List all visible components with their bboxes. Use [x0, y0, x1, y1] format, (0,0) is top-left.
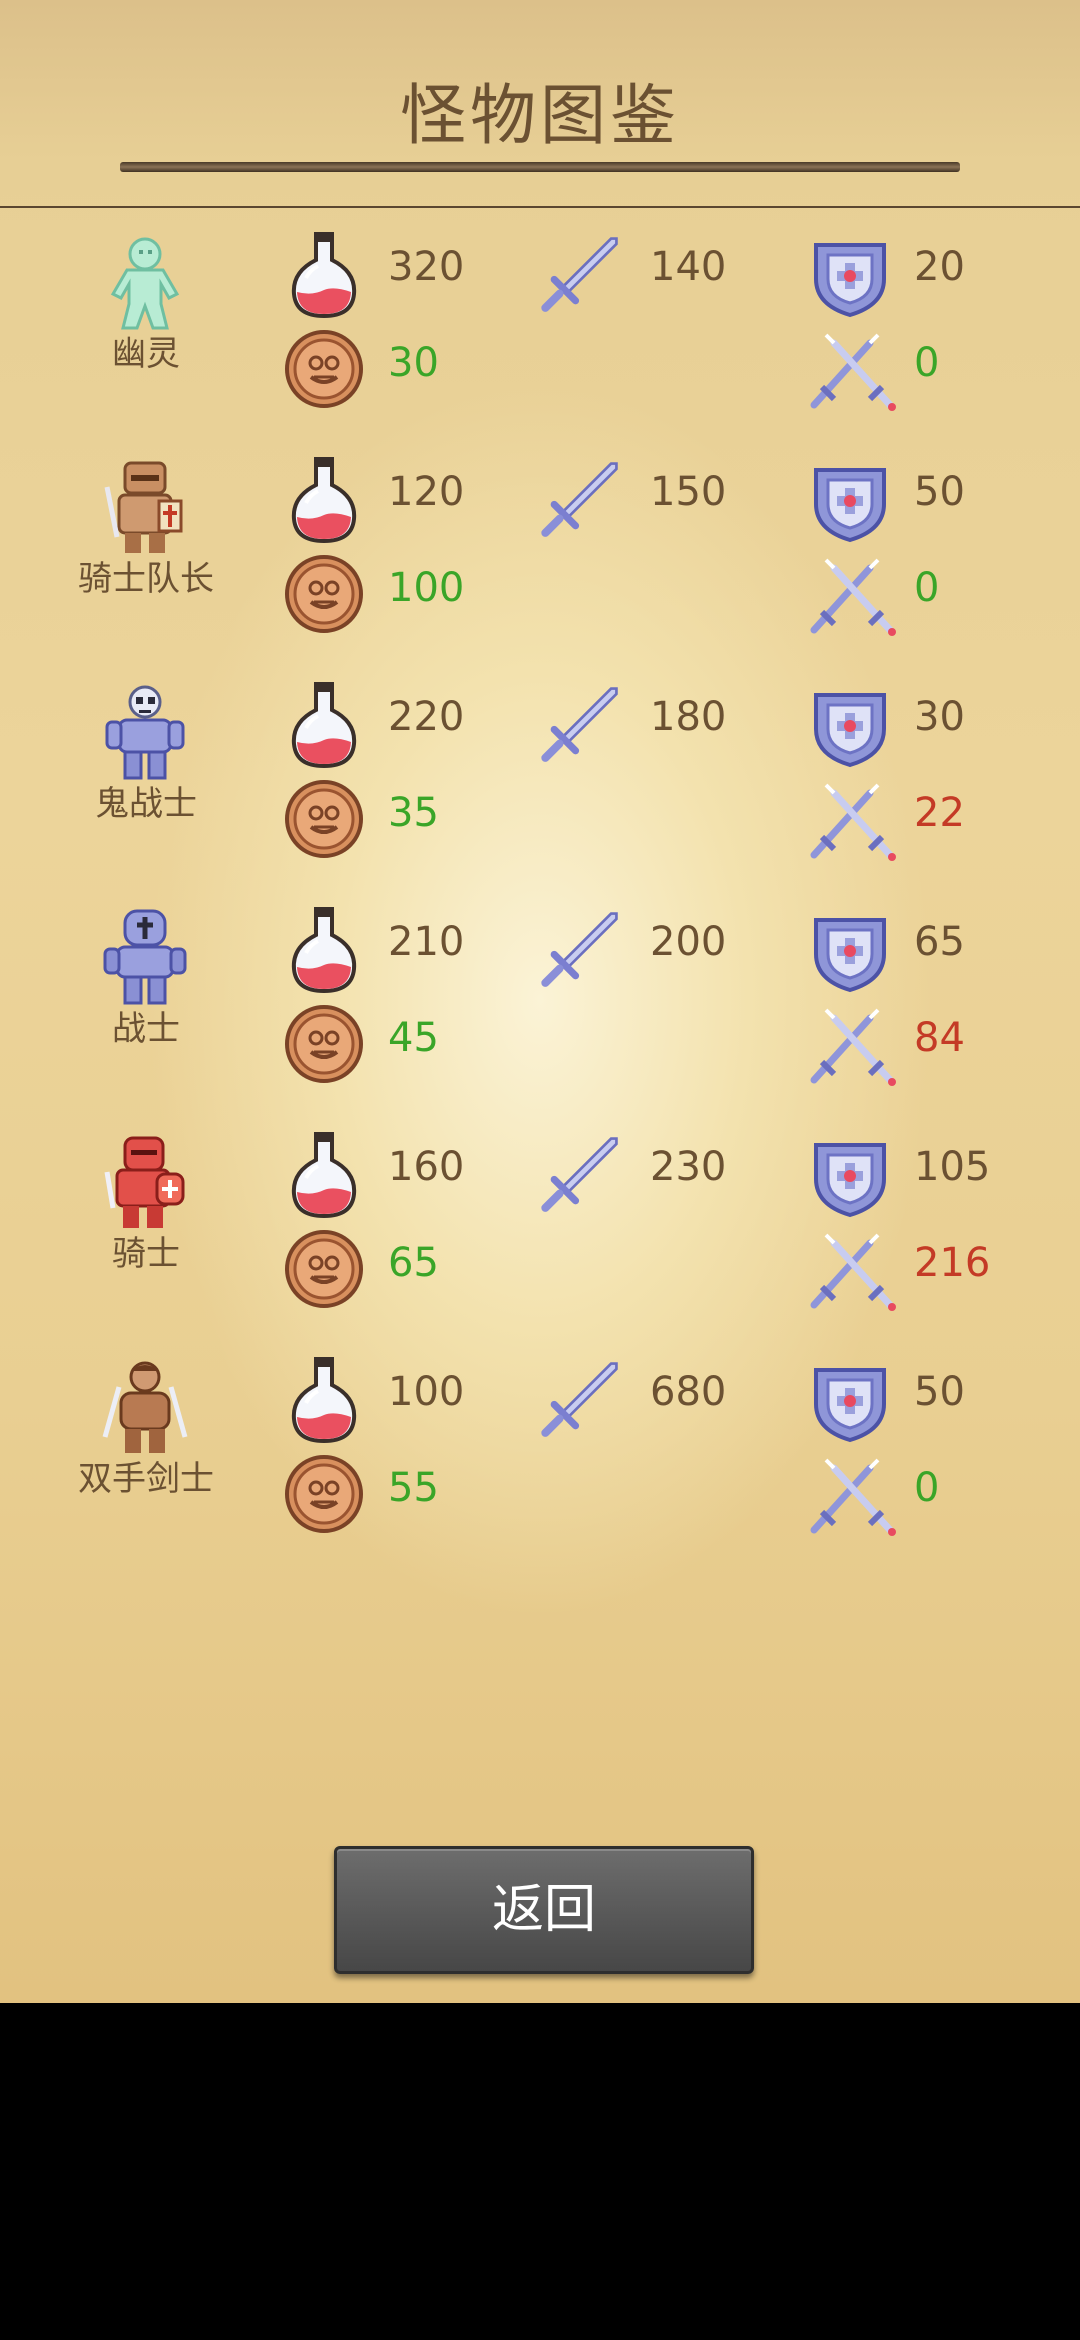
shield-icon — [810, 684, 890, 774]
monster-gold: 100 — [388, 565, 465, 611]
monster-row: 战士 210 200 65 45 84 — [0, 889, 1080, 1114]
monster-hp: 100 — [388, 1369, 465, 1415]
sword-icon — [540, 230, 620, 320]
knight-captain-sprite — [95, 457, 195, 557]
monster-hp: 220 — [388, 694, 465, 740]
sword-icon — [540, 905, 620, 995]
crossed-swords-icon — [804, 1451, 900, 1541]
monster-hp: 160 — [388, 1144, 465, 1190]
monster-damage: 0 — [914, 340, 940, 386]
warrior-sprite — [95, 907, 195, 1007]
monster-name: 骑士队长 — [78, 559, 214, 599]
crossed-swords-icon — [804, 551, 900, 641]
ghost-warrior-sprite — [95, 682, 195, 782]
coin-icon — [284, 1224, 364, 1314]
monster-attack: 140 — [650, 244, 727, 290]
potion-icon — [284, 230, 364, 320]
monster-name: 幽灵 — [112, 334, 180, 374]
crossed-swords-icon — [804, 1226, 900, 1316]
monster-defense: 50 — [914, 469, 965, 515]
coin-icon — [284, 774, 364, 864]
monster-name: 战士 — [112, 1009, 180, 1049]
monster-damage: 216 — [914, 1240, 991, 1286]
potion-icon — [284, 905, 364, 995]
monster-damage: 0 — [914, 1465, 940, 1511]
monster-defense: 20 — [914, 244, 965, 290]
monster-attack: 180 — [650, 694, 727, 740]
crossed-swords-icon — [804, 326, 900, 416]
monster-row: 骑士队长 120 150 50 100 0 — [0, 439, 1080, 664]
monster-gold: 55 — [388, 1465, 439, 1511]
monster-attack: 230 — [650, 1144, 727, 1190]
ghost-sprite — [95, 232, 195, 332]
title-underline — [120, 162, 960, 172]
monster-damage: 22 — [914, 790, 965, 836]
two-handed-swordsman-sprite — [95, 1357, 195, 1457]
monster-gold: 35 — [388, 790, 439, 836]
shield-icon — [810, 1359, 890, 1449]
monster-gold: 45 — [388, 1015, 439, 1061]
monster-hp: 210 — [388, 919, 465, 965]
potion-icon — [284, 1355, 364, 1445]
monster-gold: 65 — [388, 1240, 439, 1286]
monster-defense: 105 — [914, 1144, 991, 1190]
back-button[interactable]: 返回 — [334, 1846, 754, 1974]
monster-manual-screen: 怪物图鉴 幽灵 320 140 20 30 0 骑士队长 120 150 50 … — [0, 0, 1080, 2003]
monster-row: 双手剑士 100 680 50 55 0 — [0, 1339, 1080, 1564]
potion-icon — [284, 680, 364, 770]
knight-sprite — [95, 1132, 195, 1232]
monster-hp: 320 — [388, 244, 465, 290]
monster-row: 幽灵 320 140 20 30 0 — [0, 214, 1080, 439]
sword-icon — [540, 680, 620, 770]
coin-icon — [284, 999, 364, 1089]
monster-attack: 200 — [650, 919, 727, 965]
header-divider — [0, 206, 1080, 208]
coin-icon — [284, 1449, 364, 1539]
coin-icon — [284, 324, 364, 414]
coin-icon — [284, 549, 364, 639]
shield-icon — [810, 234, 890, 324]
shield-icon — [810, 909, 890, 999]
monster-damage: 84 — [914, 1015, 965, 1061]
monster-defense: 50 — [914, 1369, 965, 1415]
monster-gold: 30 — [388, 340, 439, 386]
sword-icon — [540, 1130, 620, 1220]
crossed-swords-icon — [804, 776, 900, 866]
sword-icon — [540, 1355, 620, 1445]
monster-attack: 150 — [650, 469, 727, 515]
monster-name: 骑士 — [112, 1234, 180, 1274]
shield-icon — [810, 459, 890, 549]
monster-defense: 30 — [914, 694, 965, 740]
crossed-swords-icon — [804, 1001, 900, 1091]
monster-name: 鬼战士 — [95, 784, 197, 824]
monster-damage: 0 — [914, 565, 940, 611]
sword-icon — [540, 455, 620, 545]
monster-defense: 65 — [914, 919, 965, 965]
page-title: 怪物图鉴 — [400, 77, 680, 154]
monster-row: 骑士 160 230 105 65 216 — [0, 1114, 1080, 1339]
shield-icon — [810, 1134, 890, 1224]
monster-hp: 120 — [388, 469, 465, 515]
monster-row: 鬼战士 220 180 30 35 22 — [0, 664, 1080, 889]
potion-icon — [284, 455, 364, 545]
monster-attack: 680 — [650, 1369, 727, 1415]
monster-name: 双手剑士 — [78, 1459, 214, 1499]
potion-icon — [284, 1130, 364, 1220]
